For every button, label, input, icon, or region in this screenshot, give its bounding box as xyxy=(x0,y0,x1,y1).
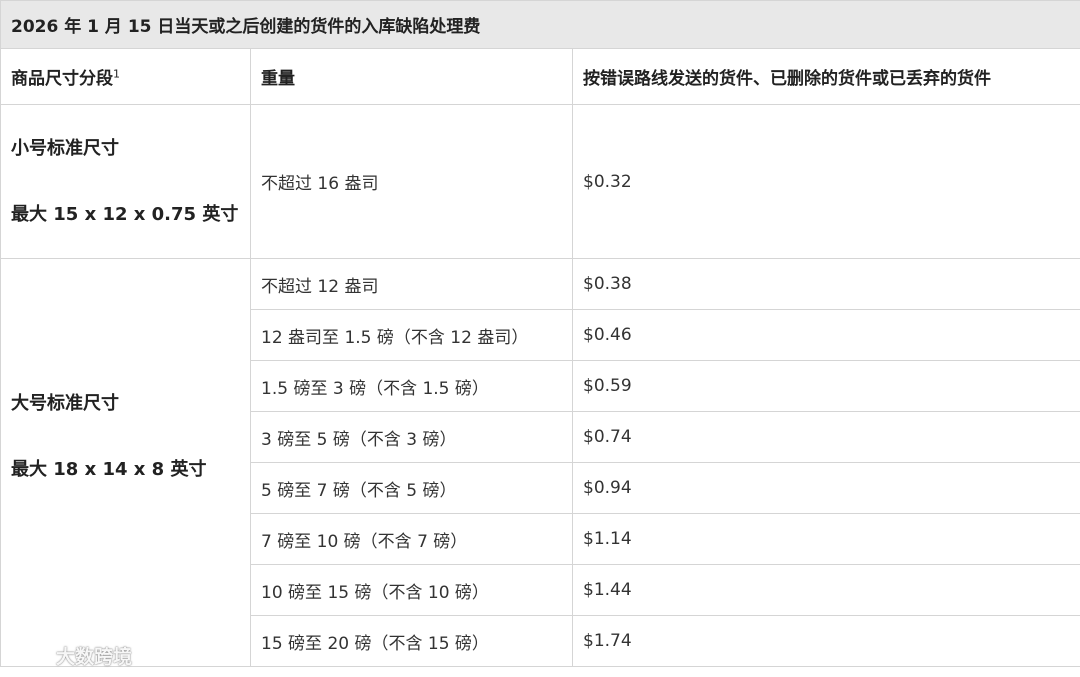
weight-cell: 不超过 16 盎司 xyxy=(250,104,573,259)
tier-cell-small-standard: 小号标准尺寸 最大 15 x 12 x 0.75 英寸 xyxy=(0,104,251,259)
fee-cell: $0.74 xyxy=(571,411,1080,463)
fee-cell: $1.74 xyxy=(571,615,1080,667)
fee-table: 2026 年 1 月 15 日当天或之后创建的货件的入库缺陷处理费 商品尺寸分段… xyxy=(0,0,1080,667)
header-row: 商品尺寸分段1 重量 按错误路线发送的货件、已删除的货件或已丢弃的货件 xyxy=(0,48,1080,105)
footnote-link[interactable]: 1 xyxy=(113,67,120,80)
header-weight: 重量 xyxy=(250,48,573,105)
fee-cell: $1.14 xyxy=(571,513,1080,565)
fee-cell: $0.46 xyxy=(571,309,1080,361)
page: 2026 年 1 月 15 日当天或之后创建的货件的入库缺陷处理费 商品尺寸分段… xyxy=(0,0,1080,677)
weight-cell: 不超过 12 盎司 xyxy=(250,258,573,310)
header-tier: 商品尺寸分段1 xyxy=(0,48,251,105)
tier-name: 小号标准尺寸 xyxy=(11,137,119,159)
fee-cell: $0.32 xyxy=(571,104,1080,259)
header-tier-label: 商品尺寸分段 xyxy=(11,69,113,89)
table-row: 小号标准尺寸 最大 15 x 12 x 0.75 英寸 不超过 16 盎司 $0… xyxy=(0,104,1080,259)
weight-cell: 7 磅至 10 磅（不含 7 磅） xyxy=(250,513,573,565)
fee-cell: $0.59 xyxy=(571,360,1080,412)
weight-cell: 1.5 磅至 3 磅（不含 1.5 磅） xyxy=(250,360,573,412)
fee-cell: $0.38 xyxy=(571,258,1080,310)
table-row: 大号标准尺寸 最大 18 x 14 x 8 英寸 不超过 12 盎司 $0.38 xyxy=(0,258,1080,667)
weight-cell: 10 磅至 15 磅（不含 10 磅） xyxy=(250,564,573,616)
header-fee: 按错误路线发送的货件、已删除的货件或已丢弃的货件 xyxy=(571,48,1080,105)
tier-dimensions: 最大 18 x 14 x 8 英寸 xyxy=(11,459,207,480)
table-title-row: 2026 年 1 月 15 日当天或之后创建的货件的入库缺陷处理费 xyxy=(0,0,1080,49)
table-title: 2026 年 1 月 15 日当天或之后创建的货件的入库缺陷处理费 xyxy=(0,0,1080,49)
fee-cell: $0.94 xyxy=(571,462,1080,514)
fee-cell: $1.44 xyxy=(571,564,1080,616)
weight-cell: 5 磅至 7 磅（不含 5 磅） xyxy=(250,462,573,514)
weight-cell: 15 磅至 20 磅（不含 15 磅） xyxy=(250,615,573,667)
weight-cell: 3 磅至 5 磅（不含 3 磅） xyxy=(250,411,573,463)
tier-cell-large-standard: 大号标准尺寸 最大 18 x 14 x 8 英寸 xyxy=(0,258,251,667)
tier-dimensions: 最大 15 x 12 x 0.75 英寸 xyxy=(11,203,239,225)
weight-cell: 12 盎司至 1.5 磅（不含 12 盎司） xyxy=(250,309,573,361)
tier-name: 大号标准尺寸 xyxy=(11,393,119,414)
